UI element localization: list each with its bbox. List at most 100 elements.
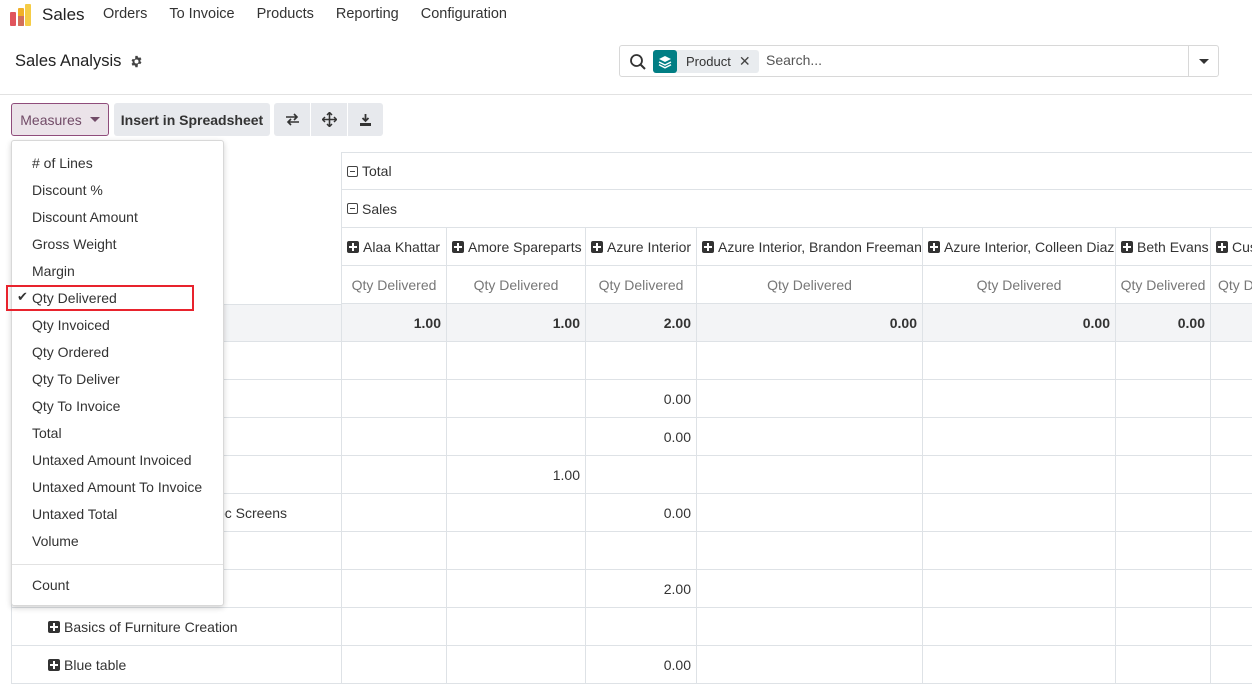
table-cell[interactable]: 0.00 — [585, 646, 696, 684]
table-cell[interactable]: 0.00 — [585, 380, 696, 418]
flip-axis-button[interactable] — [274, 103, 310, 136]
table-cell[interactable] — [341, 494, 446, 532]
measure-header[interactable]: Qty Delivered — [922, 266, 1115, 304]
table-cell[interactable] — [1210, 608, 1252, 646]
measure-header[interactable]: Qty Delivered — [1115, 266, 1210, 304]
total-cell[interactable]: 1.00 — [341, 304, 446, 342]
measure-header[interactable]: Qty Delivered — [446, 266, 585, 304]
measure-header[interactable]: Qty Delivered — [696, 266, 922, 304]
table-cell[interactable] — [922, 418, 1115, 456]
close-icon[interactable]: ✕ — [739, 53, 759, 70]
measure-option[interactable]: # of Lines — [12, 149, 223, 176]
measure-option[interactable]: Qty Invoiced — [12, 311, 223, 338]
table-cell[interactable] — [585, 608, 696, 646]
header-customer[interactable]: Cus — [1210, 228, 1252, 266]
sales-app-icon[interactable] — [10, 4, 32, 26]
table-cell[interactable] — [446, 532, 585, 570]
total-cell[interactable]: 2.00 — [585, 304, 696, 342]
measure-option[interactable]: Total — [12, 419, 223, 446]
menu-configuration[interactable]: Configuration — [421, 6, 507, 22]
table-cell[interactable] — [446, 494, 585, 532]
table-cell[interactable] — [341, 570, 446, 608]
table-cell[interactable] — [922, 608, 1115, 646]
measure-option[interactable]: Qty To Invoice — [12, 392, 223, 419]
download-button[interactable] — [348, 103, 383, 136]
table-cell[interactable] — [922, 456, 1115, 494]
header-customer[interactable]: Azure Interior, Colleen Diaz — [922, 228, 1115, 266]
table-cell[interactable] — [341, 342, 446, 380]
total-cell[interactable]: 0.00 — [696, 304, 922, 342]
measure-option[interactable]: Untaxed Amount Invoiced — [12, 446, 223, 473]
table-cell[interactable] — [585, 532, 696, 570]
table-cell[interactable] — [696, 342, 922, 380]
table-cell[interactable] — [1210, 646, 1252, 684]
total-cell[interactable]: 1.00 — [446, 304, 585, 342]
table-cell[interactable] — [1115, 608, 1210, 646]
table-cell[interactable] — [1210, 456, 1252, 494]
menu-to-invoice[interactable]: To Invoice — [169, 6, 234, 22]
menu-orders[interactable]: Orders — [103, 6, 147, 22]
table-cell[interactable] — [1115, 570, 1210, 608]
measures-button[interactable]: Measures — [11, 103, 109, 136]
table-cell[interactable] — [1115, 646, 1210, 684]
measure-option-count[interactable]: Count — [12, 571, 223, 598]
table-cell[interactable] — [1115, 456, 1210, 494]
table-cell[interactable]: 1.00 — [446, 456, 585, 494]
total-cell[interactable]: 0.00 — [1115, 304, 1210, 342]
measure-header[interactable]: Qty Delivered — [585, 266, 696, 304]
header-customer[interactable]: Beth Evans — [1115, 228, 1210, 266]
table-cell[interactable] — [1210, 570, 1252, 608]
search-input[interactable] — [766, 52, 1166, 68]
measure-option[interactable]: Untaxed Total — [12, 500, 223, 527]
table-cell[interactable] — [922, 342, 1115, 380]
table-cell[interactable] — [696, 608, 922, 646]
table-cell[interactable] — [696, 494, 922, 532]
table-cell[interactable] — [446, 608, 585, 646]
header-total[interactable]: Total — [341, 152, 1252, 190]
table-cell[interactable] — [696, 532, 922, 570]
expand-all-button[interactable] — [311, 103, 347, 136]
menu-products[interactable]: Products — [257, 6, 314, 22]
measure-option[interactable]: Margin — [12, 257, 223, 284]
table-cell[interactable] — [1210, 380, 1252, 418]
row-header[interactable]: Basics of Furniture Creation — [11, 608, 341, 646]
total-cell[interactable]: 0.00 — [922, 304, 1115, 342]
insert-spreadsheet-button[interactable]: Insert in Spreadsheet — [114, 103, 270, 136]
header-customer[interactable]: Azure Interior, Brandon Freeman — [696, 228, 922, 266]
total-cell[interactable] — [1210, 304, 1252, 342]
table-cell[interactable] — [696, 646, 922, 684]
table-cell[interactable]: 2.00 — [585, 570, 696, 608]
menu-reporting[interactable]: Reporting — [336, 6, 399, 22]
table-cell[interactable] — [1115, 532, 1210, 570]
search-options-toggle[interactable] — [1188, 46, 1218, 76]
header-sales[interactable]: Sales — [341, 190, 1252, 228]
table-cell[interactable] — [696, 380, 922, 418]
table-cell[interactable] — [1210, 532, 1252, 570]
measure-option[interactable]: Discount Amount — [12, 203, 223, 230]
table-cell[interactable] — [585, 342, 696, 380]
table-cell[interactable] — [1115, 380, 1210, 418]
measure-option[interactable]: Discount % — [12, 176, 223, 203]
measure-option[interactable]: Qty Ordered — [12, 338, 223, 365]
table-cell[interactable] — [696, 456, 922, 494]
measure-header[interactable]: Qty D — [1210, 266, 1252, 304]
table-cell[interactable]: 0.00 — [585, 418, 696, 456]
measure-header[interactable]: Qty Delivered — [341, 266, 446, 304]
table-cell[interactable] — [1210, 418, 1252, 456]
table-cell[interactable] — [922, 646, 1115, 684]
header-customer[interactable]: Alaa Khattar — [341, 228, 446, 266]
table-cell[interactable] — [585, 456, 696, 494]
table-cell[interactable] — [1210, 342, 1252, 380]
table-cell[interactable] — [446, 646, 585, 684]
measure-option[interactable]: Gross Weight — [12, 230, 223, 257]
table-cell[interactable] — [922, 380, 1115, 418]
measure-option[interactable]: Qty To Deliver — [12, 365, 223, 392]
gear-icon[interactable] — [130, 55, 143, 68]
table-cell[interactable] — [696, 570, 922, 608]
table-cell[interactable] — [341, 608, 446, 646]
measure-option[interactable]: Untaxed Amount To Invoice — [12, 473, 223, 500]
table-cell[interactable] — [922, 570, 1115, 608]
table-cell[interactable] — [341, 456, 446, 494]
measure-option[interactable]: Volume — [12, 527, 223, 554]
table-cell[interactable] — [922, 532, 1115, 570]
